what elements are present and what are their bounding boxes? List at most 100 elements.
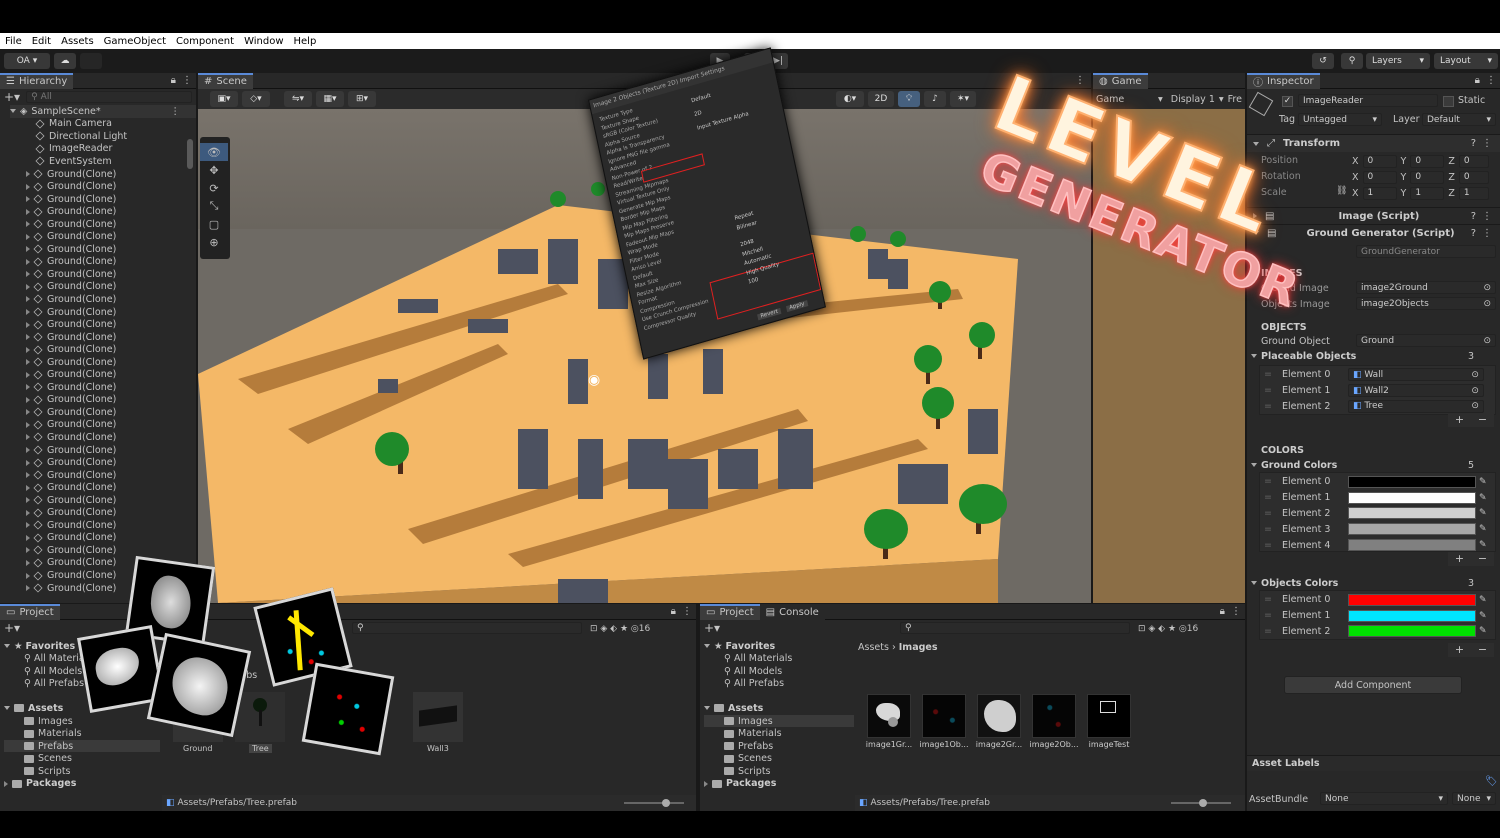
hierarchy-item[interactable]: EventSystem (10, 155, 196, 168)
hierarchy-item[interactable]: Ground(Clone) (10, 193, 196, 206)
add-icon[interactable]: + (1455, 413, 1464, 427)
expand-icon[interactable] (26, 396, 30, 403)
hierarchy-item[interactable]: Ground(Clone) (10, 318, 196, 331)
expand-icon[interactable] (26, 334, 30, 341)
layout-dropdown[interactable]: Layout ▾ (1434, 53, 1498, 69)
transform-header[interactable]: ⤢ Transform ? ⋮ (1247, 134, 1500, 152)
expand-icon[interactable] (1253, 141, 1259, 146)
drag-handle-icon[interactable]: = (1264, 492, 1272, 503)
expand-icon[interactable] (26, 559, 30, 566)
expand-icon[interactable] (26, 547, 30, 554)
asset-thumb-imagetest[interactable] (1087, 694, 1131, 738)
folder-item-selected[interactable]: Images (704, 714, 854, 728)
hierarchy-item[interactable]: Main Camera (10, 118, 196, 131)
expand-icon[interactable] (26, 572, 30, 579)
menu-component[interactable]: Component (171, 36, 239, 47)
object-picker-icon[interactable]: ⊙ (1471, 370, 1479, 380)
lock-icon[interactable]: 🔒︎ (671, 606, 676, 617)
drag-handle-icon[interactable]: = (1264, 508, 1272, 519)
transform-tool-icon[interactable]: ⊕ (200, 233, 228, 251)
assets-row[interactable]: Assets (704, 702, 854, 715)
object-picker-icon[interactable]: ⊙ (1471, 401, 1479, 411)
folder-item[interactable]: Images (4, 715, 160, 728)
color-swatch[interactable] (1347, 475, 1476, 488)
expand-icon[interactable] (26, 509, 30, 516)
lock-icon[interactable]: 🔒︎ (1220, 606, 1225, 617)
hierarchy-search-input[interactable]: ⚲ All (26, 91, 192, 103)
expand-icon[interactable] (4, 706, 10, 711)
asset-thumb-image2ground[interactable] (977, 694, 1021, 738)
view-tool-icon[interactable]: 👁︎ (200, 143, 228, 161)
shading-dropdown[interactable]: ◐▾ (836, 91, 864, 107)
expand-icon[interactable] (4, 644, 10, 649)
hierarchy-item[interactable]: Ground(Clone) (10, 544, 196, 557)
tab-game[interactable]: ◍ Game (1093, 72, 1148, 89)
hierarchy-item[interactable]: Ground(Clone) (10, 331, 196, 344)
render-mode-dropdown[interactable]: ◇▾ (242, 91, 270, 107)
expand-icon[interactable] (26, 484, 30, 491)
menu-help[interactable]: Help (289, 36, 322, 47)
expand-icon[interactable] (704, 706, 710, 711)
expand-icon[interactable] (26, 497, 30, 504)
expand-icon[interactable] (26, 585, 30, 592)
placeable-count[interactable]: 3 (1468, 351, 1474, 362)
expand-icon[interactable] (26, 346, 30, 353)
asset-thumb-tree[interactable] (235, 692, 285, 742)
more-icon[interactable]: ⋮ (682, 606, 692, 617)
expand-icon[interactable] (26, 183, 30, 190)
object-picker-icon[interactable]: ⊙ (1483, 299, 1491, 309)
object-name-input[interactable]: ImageReader (1298, 94, 1438, 107)
breadcrumb-root[interactable]: Assets (858, 642, 889, 653)
hierarchy-item[interactable]: Ground(Clone) (10, 494, 196, 507)
expand-icon[interactable] (26, 447, 30, 454)
menu-assets[interactable]: Assets (56, 36, 99, 47)
folder-item[interactable]: Materials (4, 727, 160, 740)
expand-icon[interactable] (26, 371, 30, 378)
position-z-field[interactable]: 0 (1458, 154, 1489, 168)
eyedropper-icon[interactable]: ✎ (1479, 540, 1487, 550)
rotation-z-field[interactable]: 0 (1458, 170, 1489, 184)
expand-icon[interactable] (10, 109, 16, 114)
folder-item[interactable]: Scenes (704, 752, 854, 765)
add-icon[interactable]: +▾ (704, 621, 720, 635)
asset-variant-dropdown[interactable]: None ▾ (1452, 792, 1496, 805)
drag-handle-icon[interactable]: = (1264, 626, 1272, 637)
tab-console[interactable]: ▤ Console (759, 603, 825, 620)
tab-scene[interactable]: # Scene (198, 72, 253, 89)
favorite-item[interactable]: ⚲ All Models (704, 665, 854, 678)
asset-thumb-image1ground[interactable] (867, 694, 911, 738)
expand-icon[interactable] (4, 780, 8, 787)
rotate-tool-icon[interactable]: ⟳ (200, 179, 228, 197)
drag-handle-icon[interactable]: = (1264, 476, 1272, 487)
more-icon[interactable]: ⋮ (1482, 211, 1492, 222)
expand-icon[interactable] (26, 271, 30, 278)
object-picker-icon[interactable]: ⊙ (1483, 283, 1491, 293)
help-icon[interactable]: ? (1471, 138, 1476, 149)
search-icon[interactable]: ⚲ (1341, 53, 1363, 69)
zoom-slider[interactable] (1171, 799, 1231, 807)
tab-inspector[interactable]: ⓘ Inspector (1247, 72, 1320, 89)
add-icon[interactable]: + (1455, 552, 1464, 566)
favorite-item[interactable]: ⚲ All Prefabs (704, 678, 854, 691)
add-component-button[interactable]: Add Component (1284, 676, 1462, 694)
hierarchy-item[interactable]: Directional Light (10, 130, 196, 143)
aspect-dropdown[interactable]: Fre (1228, 94, 1242, 105)
expand-icon[interactable] (26, 246, 30, 253)
account-button[interactable]: OA ▾ (4, 53, 50, 69)
hierarchy-item[interactable]: ImageReader (10, 143, 196, 156)
expand-icon[interactable] (704, 644, 710, 649)
ground-colors-header[interactable]: Ground Colors 5 (1251, 460, 1496, 471)
expand-icon[interactable] (26, 434, 30, 441)
color-swatch[interactable] (1347, 609, 1476, 622)
hierarchy-item[interactable]: Ground(Clone) (10, 431, 196, 444)
hierarchy-item[interactable]: Ground(Clone) (10, 268, 196, 281)
expand-icon[interactable] (26, 421, 30, 428)
hierarchy-item[interactable]: Ground(Clone) (10, 218, 196, 231)
rect-tool-icon[interactable]: ▢ (200, 215, 228, 233)
lock-icon[interactable]: 🔒︎ (1475, 75, 1480, 86)
more-icon[interactable]: ⋮ (1482, 228, 1492, 239)
hierarchy-item[interactable]: Ground(Clone) (10, 230, 196, 243)
hierarchy-item[interactable]: Ground(Clone) (10, 180, 196, 193)
tag-dropdown[interactable]: Untagged ▾ (1298, 113, 1382, 126)
color-swatch[interactable] (1347, 539, 1476, 552)
